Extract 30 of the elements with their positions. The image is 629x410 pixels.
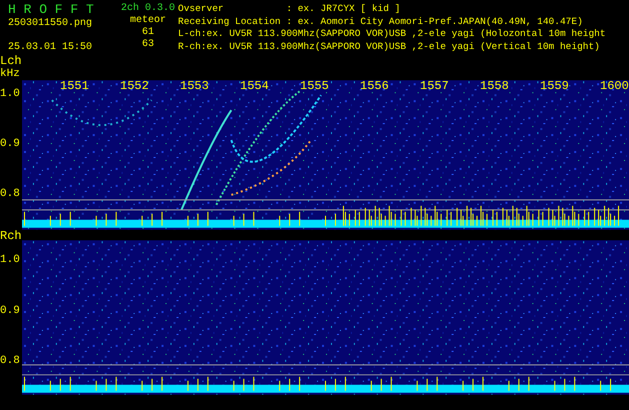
- frequency-label: 1555: [300, 80, 329, 93]
- filename: 2503011550.png: [8, 18, 94, 30]
- app-title: H R O F F T: [8, 3, 95, 16]
- info-line: L-ch:ex. UV5R 113.900Mhz(SAPPORO VOR)USB ,2-ele yagi (Holozontal 10m height: [178, 28, 606, 40]
- frequency-label: 1600: [600, 80, 629, 93]
- info-line: R-ch:ex. UV5R 113.900Mhz(SAPPORO VOR)USB ,2-ele yagi (Vertical 10m height): [178, 40, 601, 53]
- frequency-label: 1556: [360, 80, 389, 93]
- y-axis-label: 0.9: [0, 138, 20, 150]
- frequency-label: 1554: [240, 80, 269, 93]
- channel-label: Lch: [0, 55, 22, 68]
- y-axis-label: 0.8: [0, 188, 20, 200]
- timestamp: 25.03.01 15:50: [8, 42, 94, 54]
- y-axis-label: 0.8: [0, 355, 20, 367]
- frequency-label: 1551: [60, 80, 89, 93]
- y-axis-label: 1.0: [0, 88, 20, 100]
- info-line: Receiving Location : ex. Aomori City Aomori-Pref.JAPAN(40.49N, 140.47E): [178, 16, 584, 28]
- unit-label: kHz: [0, 68, 21, 80]
- meteor-label: meteor: [130, 15, 166, 27]
- y-axis-label: 0.9: [0, 305, 20, 317]
- channel-label: Rch: [0, 230, 22, 243]
- frequency-label: 1558: [480, 80, 509, 93]
- y-axis-label: 1.0: [0, 254, 20, 266]
- frequency-label: 1552: [120, 80, 149, 93]
- frequency-label: 1553: [180, 80, 209, 93]
- frequency-label: 1559: [540, 80, 569, 93]
- frequency-label: 1557: [420, 80, 449, 93]
- version-label: 2ch 0.3.0: [120, 3, 175, 15]
- meteor-count: 61: [142, 27, 154, 39]
- info-line: Ovserver : ex. JR7CYX [ kid ]: [178, 3, 402, 16]
- meteor-count: 63: [142, 39, 154, 51]
